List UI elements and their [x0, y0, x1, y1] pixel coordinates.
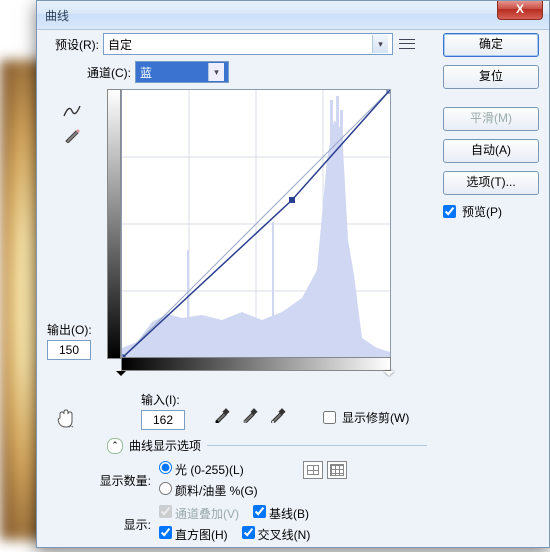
options-button[interactable]: 选项(T)... [443, 171, 539, 195]
close-button[interactable]: X [497, 1, 543, 20]
grid-coarse-button[interactable] [303, 461, 323, 479]
svg-text:↔: ↔ [67, 421, 75, 429]
preset-value: 自定 [108, 36, 132, 53]
chevron-down-icon: ▾ [208, 63, 224, 81]
eyedropper-black-icon[interactable] [213, 405, 235, 425]
eyedropper-gray-icon[interactable] [241, 405, 263, 425]
smooth-button[interactable]: 平滑(M) [443, 107, 539, 131]
eyedropper-white-icon[interactable] [269, 405, 291, 425]
preset-combo[interactable]: 自定 ▾ [103, 33, 393, 55]
checkbox-baseline[interactable]: 基线(B) [253, 505, 309, 522]
output-label: 输出(O): [47, 321, 107, 338]
show-clipping-checkbox[interactable]: 显示修剪(W) [323, 409, 409, 426]
checkbox-intersection[interactable]: 交叉线(N) [242, 526, 311, 543]
pencil-tool-icon[interactable] [61, 125, 83, 145]
input-label: 输入(I): [141, 391, 185, 408]
black-point-slider[interactable] [116, 371, 126, 381]
output-field[interactable]: 150 [47, 340, 91, 360]
titlebar[interactable]: 曲线 X [37, 1, 549, 30]
input-gradient [121, 357, 391, 371]
radio-light[interactable]: 光 (0-255)(L) [159, 461, 258, 478]
preset-label: 预设(R): [55, 36, 99, 53]
on-image-adjust-icon[interactable]: ↔ [55, 409, 79, 432]
curves-dialog: 曲线 X 预设(R): 自定 ▾ 通道(C): 蓝 ▾ [36, 0, 550, 548]
preview-checkbox[interactable]: 预览(P) [443, 203, 543, 220]
curve-tool-icon[interactable] [61, 101, 83, 121]
display-label: 显示: [91, 516, 151, 533]
checkbox-overlay[interactable]: 通道叠加(V) [159, 505, 239, 522]
window-title: 曲线 [45, 7, 69, 24]
input-field[interactable]: 162 [141, 410, 185, 430]
checkbox-histogram[interactable]: 直方图(H) [159, 526, 228, 543]
reset-button[interactable]: 复位 [443, 65, 539, 89]
channel-value: 蓝 [140, 64, 152, 81]
output-gradient [107, 89, 121, 359]
disclosure-label: 曲线显示选项 [129, 437, 201, 454]
channel-label: 通道(C): [87, 64, 131, 81]
display-amount-label: 显示数量: [91, 472, 151, 489]
preset-menu-icon[interactable] [399, 37, 415, 51]
disclosure-toggle-icon[interactable]: ⌃ [107, 438, 123, 454]
chevron-down-icon: ▾ [372, 35, 388, 53]
white-point-slider[interactable] [384, 371, 394, 381]
grid-fine-button[interactable] [327, 461, 347, 479]
radio-pigment[interactable]: 颜料/油墨 %(G) [159, 482, 258, 499]
channel-combo[interactable]: 蓝 ▾ [135, 61, 229, 83]
curves-graph[interactable] [121, 89, 389, 357]
ok-button[interactable]: 确定 [443, 33, 539, 57]
auto-button[interactable]: 自动(A) [443, 139, 539, 163]
